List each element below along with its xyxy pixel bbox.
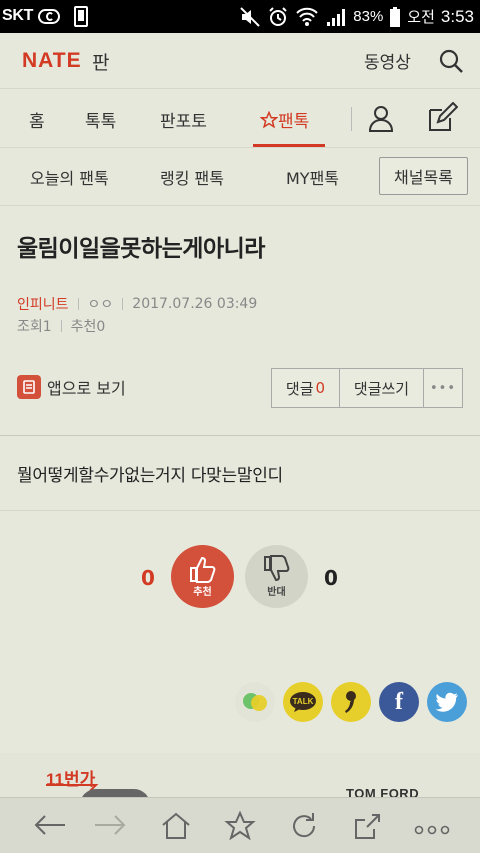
carrier-label: SKT [2, 7, 34, 24]
meta-separator [122, 298, 124, 310]
kakaostory-icon[interactable] [331, 682, 371, 722]
comment-button[interactable]: 댓글 0 [272, 369, 340, 407]
clock: 3:53 [440, 6, 474, 26]
browser-toolbar [0, 797, 480, 853]
ad-brand: TOM FORD [346, 786, 420, 797]
article-channel[interactable]: 인피니트 [17, 294, 69, 314]
search-icon[interactable] [438, 48, 464, 78]
user-icon[interactable] [366, 103, 396, 137]
refresh-icon[interactable] [289, 811, 319, 845]
nate-logo[interactable]: NATE [22, 49, 82, 73]
battery-percent: 83% [353, 8, 384, 25]
menu-dots-icon[interactable] [414, 820, 450, 839]
oppose-button[interactable]: 반대 [245, 545, 308, 608]
comment-count: 0 [315, 379, 326, 397]
share-icon[interactable] [352, 811, 382, 845]
ad-product-image [80, 789, 150, 797]
article-datetime: 2017.07.26 03:49 [132, 296, 258, 312]
line-icon[interactable] [235, 682, 275, 722]
thumbs-down-icon [263, 555, 289, 582]
kakaotalk-icon[interactable]: TALK [283, 682, 323, 722]
write-comment-button[interactable]: 댓글쓰기 [340, 369, 424, 407]
back-arrow-icon[interactable] [32, 811, 68, 843]
more-button[interactable]: ••• [424, 369, 462, 407]
article-views: 조회1 [17, 319, 52, 335]
tab-pantok[interactable]: 팬톡 [259, 107, 310, 132]
battery-icon [390, 6, 401, 27]
mute-icon [240, 6, 260, 27]
article-stats: 조회1 추천0 [17, 316, 105, 336]
article-title: 울림이일을못하는게아니라 [17, 236, 265, 262]
signal-icon [327, 8, 346, 26]
recommend-count: 0 [141, 566, 155, 590]
forward-arrow-icon[interactable] [92, 811, 128, 843]
tab-panphoto[interactable]: 판포토 [160, 107, 207, 132]
article-nickname: ㅇㅇ [87, 297, 114, 313]
sub-tabs: 오늘의 팬톡 랭킹 팬톡 MY팬톡 채널목록 [0, 148, 480, 206]
sync-icon [38, 9, 60, 24]
tab-home[interactable]: 홈 [29, 107, 45, 132]
oppose-count: 0 [324, 566, 338, 590]
open-in-app-label: 앱으로 보기 [47, 379, 126, 398]
alarm-icon [269, 6, 287, 26]
channel-list-button[interactable]: 채널목록 [379, 157, 468, 195]
oppose-label: 반대 [267, 587, 286, 598]
pan-logo[interactable]: 판 [92, 48, 109, 75]
recommend-button[interactable]: 추천 [171, 545, 234, 608]
video-link[interactable]: 동영상 [364, 48, 411, 73]
wifi-icon [296, 7, 318, 26]
open-in-app-link[interactable]: 앱으로 보기 [17, 375, 126, 399]
divider [0, 435, 480, 436]
meta-separator [77, 298, 79, 310]
comment-button-group: 댓글 0 댓글쓰기 ••• [271, 368, 463, 408]
subtab-today-pantok[interactable]: 오늘의 팬톡 [30, 165, 109, 189]
facebook-glyph: f [395, 688, 403, 715]
recommend-label: 추천 [193, 587, 212, 598]
subtab-ranking-pantok[interactable]: 랭킹 팬톡 [160, 165, 224, 189]
main-tabs: 홈 톡톡 판포토 팬톡 [0, 89, 480, 148]
pencil-icon[interactable] [426, 101, 459, 138]
tab-toktok[interactable]: 톡톡 [85, 107, 116, 132]
tab-divider [351, 107, 352, 131]
article-body: 뭘어떻게할수가없는거지 다맞는말인디 [17, 466, 283, 486]
meta-separator [60, 320, 62, 332]
tab-pantok-label: 팬톡 [278, 112, 310, 132]
phone-icon [74, 6, 88, 27]
bookmark-star-icon[interactable] [224, 810, 256, 845]
ad-banner[interactable]: 11번가 TOM FORD [0, 753, 480, 797]
star-icon [259, 110, 279, 129]
home-icon[interactable] [160, 811, 192, 845]
active-tab-indicator [253, 144, 325, 147]
subtab-my-pantok[interactable]: MY팬톡 [286, 165, 339, 189]
twitter-icon[interactable] [427, 682, 467, 722]
app-header: NATE 판 동영상 [0, 33, 480, 89]
ampm-label: 오전 [407, 8, 435, 26]
status-bar: SKT 83% 오전 3:53 [0, 0, 480, 33]
article-recommends: 추천0 [70, 319, 106, 335]
article-meta: 인피니트 ㅇㅇ 2017.07.26 03:49 [17, 294, 257, 314]
facebook-icon[interactable]: f [379, 682, 419, 722]
comment-label: 댓글 [285, 379, 314, 398]
divider [0, 510, 480, 511]
thumbs-up-icon [189, 556, 215, 583]
app-icon [17, 375, 41, 399]
kakaotalk-text: TALK [293, 697, 314, 706]
